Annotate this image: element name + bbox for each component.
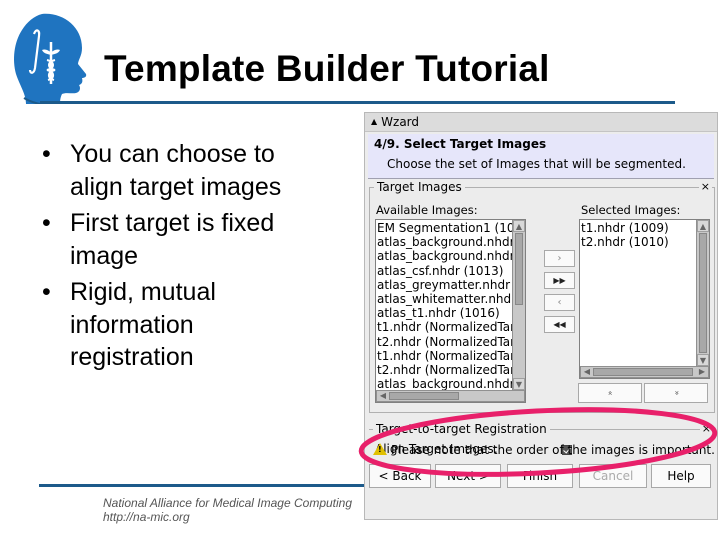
available-images-list[interactable]: EM Segmentation1 (1008 atlas_background.n… [375,219,526,403]
help-button[interactable]: Help [651,464,711,488]
slide-footer: National Alliance for Medical Image Comp… [103,496,352,524]
next-button[interactable]: Next > [435,464,501,488]
scroll-thumb[interactable] [515,233,523,305]
scroll-right-icon[interactable]: ▶ [696,367,708,377]
selected-image-item[interactable]: t2.nhdr (1010) [580,235,697,249]
close-icon[interactable]: × [698,180,712,194]
title-divider [40,101,675,104]
wizard-button-bar: < Back Next > Finish Cancel Help [367,462,715,490]
scroll-thumb[interactable] [389,392,459,400]
available-image-item[interactable]: atlas_t1.nhdr (1016) [376,306,513,320]
back-button[interactable]: < Back [369,464,431,488]
available-horizontal-scrollbar[interactable]: ◀ [376,390,525,402]
footer-divider [39,484,367,487]
order-warning: ! Please note that the order of the image… [373,443,715,457]
step-title: 4/9. Select Target Images [374,137,547,151]
step-banner: 4/9. Select Target Images Choose the set… [368,134,714,179]
scroll-left-icon[interactable]: ◀ [377,391,389,401]
bullet-glyph: • [42,140,51,168]
selected-vertical-scrollbar[interactable]: ▲ ▼ [696,220,709,366]
target-images-group: Target Images × Available Images: EM Seg… [369,180,715,413]
slide-title: Template Builder Tutorial [104,48,550,89]
available-images-label: Available Images: [376,203,478,217]
scroll-down-icon[interactable]: ▼ [697,354,709,366]
selected-images-list[interactable]: t1.nhdr (1009) t2.nhdr (1010) ▲ ▼ ◀ ▶ [579,219,710,379]
scroll-up-icon[interactable]: ▲ [697,220,709,232]
remove-all-button[interactable]: ◀◀ [544,316,575,333]
move-up-button[interactable]: » [578,383,642,403]
available-image-item[interactable]: t2.nhdr (NormalizedTarge [376,335,525,349]
scroll-thumb[interactable] [593,368,693,376]
scroll-up-icon[interactable]: ▲ [513,220,525,232]
step-description: Choose the set of Images that will be se… [387,157,686,171]
bullet-item: • First target is fixed image [42,209,275,270]
available-image-item[interactable]: t1.nhdr (NormalizedTarge [376,349,525,363]
namic-head-logo-icon [14,13,87,104]
cancel-button[interactable]: Cancel [579,464,647,488]
available-image-item[interactable]: t1.nhdr (NormalizedTarge [376,320,525,334]
warning-text: Please note that the order of the images… [391,443,715,457]
available-image-item[interactable]: atlas_whitematter.nhdr (1 [376,292,525,306]
selected-image-item[interactable]: t1.nhdr (1009) [580,221,697,235]
available-image-item[interactable]: atlas_background.nhdr (1 [376,235,525,249]
remove-one-button[interactable]: ‹ [544,294,575,311]
wizard-panel: ▲ Wzard 4/9. Select Target Images Choose … [364,112,718,520]
scroll-thumb[interactable] [699,233,707,353]
wizard-header-label: Wzard [381,115,420,129]
selected-horizontal-scrollbar[interactable]: ◀ ▶ [580,366,709,378]
collapse-icon[interactable]: ▲ [371,117,377,126]
available-vertical-scrollbar[interactable]: ▲ ▼ [512,220,525,390]
warning-icon: ! [373,443,387,455]
target-images-legend: Target Images [374,180,465,194]
available-image-item[interactable]: atlas_background.nhdr (1 [376,249,525,263]
available-image-item[interactable]: atlas_csf.nhdr (1013) [376,264,513,278]
scroll-left-icon[interactable]: ◀ [581,367,593,377]
selected-images-label: Selected Images: [581,203,681,217]
bullet-item: • You can choose to align target images [42,140,282,201]
add-all-button[interactable]: ▶▶ [544,272,575,289]
bullet-glyph: • [42,278,51,306]
finish-button[interactable]: Finish [507,464,573,488]
available-image-item[interactable]: atlas_greymatter.nhdr (10 [376,278,525,292]
footer-url: http://na-mic.org [103,510,190,524]
footer-org: National Alliance for Medical Image Comp… [103,496,353,510]
bullet-list: • You can choose to align target images … [36,138,356,378]
bullet-glyph: • [42,209,51,237]
move-down-button[interactable]: » [644,383,708,403]
available-image-item[interactable]: t2.nhdr (NormalizedTarge [376,363,525,377]
close-icon[interactable]: × [699,422,713,436]
available-image-item[interactable]: EM Segmentation1 (1008 [376,221,525,235]
scroll-down-icon[interactable]: ▼ [513,378,525,390]
wizard-header[interactable]: ▲ Wzard [365,113,717,132]
add-one-button[interactable]: › [544,250,575,267]
bullet-item: • Rigid, mutual information registration [42,278,216,371]
registration-legend: Target-to-target Registration [373,422,550,436]
